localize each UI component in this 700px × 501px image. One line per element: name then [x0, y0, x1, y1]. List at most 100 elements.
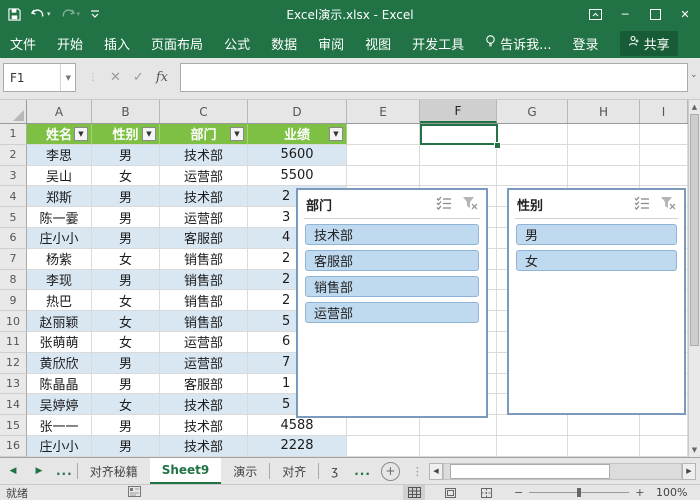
ribbon-tab-插入[interactable]: 插入: [104, 34, 130, 53]
table-cell[interactable]: 销售部: [160, 249, 248, 270]
empty-cell[interactable]: [497, 145, 568, 166]
table-cell[interactable]: 庄小小: [27, 228, 92, 249]
row-header-12[interactable]: 12: [0, 353, 27, 374]
sheet-tab-Sheet9[interactable]: Sheet9: [150, 458, 222, 484]
empty-cell[interactable]: [568, 166, 640, 187]
sheet-tab-对齐秘籍[interactable]: 对齐秘籍: [78, 458, 150, 484]
empty-cell[interactable]: [568, 145, 640, 166]
slicer-item-技术部[interactable]: 技术部: [305, 224, 479, 245]
column-header-A[interactable]: A: [27, 100, 92, 123]
multi-select-icon[interactable]: [634, 195, 650, 214]
formula-input[interactable]: [180, 63, 688, 92]
slicer-item-销售部[interactable]: 销售部: [305, 276, 479, 297]
filter-dropdown-icon[interactable]: ▼: [142, 127, 156, 141]
table-cell[interactable]: 吴婷婷: [27, 394, 92, 415]
expand-formula-bar-icon[interactable]: ⌄: [690, 70, 698, 80]
row-header-13[interactable]: 13: [0, 374, 27, 395]
empty-cell[interactable]: [497, 124, 568, 145]
slicer-gender[interactable]: 性别 男女: [507, 188, 686, 415]
column-header-G[interactable]: G: [497, 100, 568, 123]
horizontal-scroll-thumb[interactable]: [450, 464, 610, 479]
row-header-2[interactable]: 2: [0, 145, 27, 166]
enter-formula-icon[interactable]: ✓: [133, 70, 144, 85]
ribbon-tab-审阅[interactable]: 审阅: [318, 34, 344, 53]
filter-dropdown-icon[interactable]: ▼: [74, 127, 88, 141]
empty-cell[interactable]: [347, 436, 420, 457]
row-header-7[interactable]: 7: [0, 249, 27, 270]
clear-filter-icon[interactable]: [462, 195, 478, 214]
sheet-overflow-right[interactable]: ...: [350, 458, 375, 484]
column-header-H[interactable]: H: [568, 100, 640, 123]
table-cell[interactable]: 男: [92, 415, 160, 436]
table-cell[interactable]: 郑斯: [27, 186, 92, 207]
table-cell[interactable]: 运营部: [160, 353, 248, 374]
empty-cell[interactable]: [640, 166, 688, 187]
table-cell[interactable]: 技术部: [160, 145, 248, 166]
row-header-15[interactable]: 15: [0, 415, 27, 436]
column-header-D[interactable]: D: [248, 100, 347, 123]
sheet-tab-ʒ[interactable]: ʒ: [319, 458, 350, 484]
table-cell[interactable]: 男: [92, 374, 160, 395]
filter-dropdown-icon[interactable]: ▼: [230, 127, 244, 141]
column-header-F[interactable]: F: [420, 100, 497, 123]
slicer-item-运营部[interactable]: 运营部: [305, 302, 479, 323]
table-cell[interactable]: 女: [92, 332, 160, 353]
empty-cell[interactable]: [420, 436, 497, 457]
hscroll-left-icon[interactable]: ◀: [429, 463, 443, 480]
table-cell[interactable]: 运营部: [160, 207, 248, 228]
table-cell[interactable]: 陈晶晶: [27, 374, 92, 395]
ribbon-tab-视图[interactable]: 视图: [365, 34, 391, 53]
table-cell[interactable]: 男: [92, 186, 160, 207]
table-header-cell[interactable]: 姓名▼: [27, 124, 92, 145]
table-cell[interactable]: 销售部: [160, 311, 248, 332]
ribbon-tab-文件[interactable]: 文件: [10, 34, 36, 53]
table-cell[interactable]: 5500: [248, 166, 347, 187]
zoom-slider-handle[interactable]: [577, 488, 581, 497]
row-header-6[interactable]: 6: [0, 228, 27, 249]
table-cell[interactable]: 女: [92, 166, 160, 187]
table-cell[interactable]: 黄欣欣: [27, 353, 92, 374]
name-box[interactable]: F1 ▼: [3, 63, 76, 92]
row-header-11[interactable]: 11: [0, 332, 27, 353]
slicer-item-女[interactable]: 女: [516, 250, 677, 271]
select-all-corner[interactable]: [0, 100, 27, 123]
empty-cell[interactable]: [497, 166, 568, 187]
table-cell[interactable]: 陈一霎: [27, 207, 92, 228]
ribbon-display-options-icon[interactable]: [580, 0, 610, 28]
row-header-16[interactable]: 16: [0, 436, 27, 457]
insert-function-icon[interactable]: fx: [156, 70, 168, 85]
ribbon-tab-页面布局[interactable]: 页面布局: [151, 34, 203, 53]
maximize-icon[interactable]: [640, 0, 670, 28]
table-cell[interactable]: 李现: [27, 270, 92, 291]
sheet-tab-演示[interactable]: 演示: [221, 458, 269, 484]
column-header-B[interactable]: B: [92, 100, 160, 123]
row-header-14[interactable]: 14: [0, 394, 27, 415]
table-cell[interactable]: 张萌萌: [27, 332, 92, 353]
hscroll-right-icon[interactable]: ▶: [682, 463, 696, 480]
table-cell[interactable]: 张一一: [27, 415, 92, 436]
table-cell[interactable]: 杨紫: [27, 249, 92, 270]
table-cell[interactable]: 赵丽颖: [27, 311, 92, 332]
empty-cell[interactable]: [640, 415, 688, 436]
table-cell[interactable]: 技术部: [160, 394, 248, 415]
empty-cell[interactable]: [497, 415, 568, 436]
normal-view-icon[interactable]: [403, 485, 425, 500]
table-cell[interactable]: 运营部: [160, 166, 248, 187]
page-layout-view-icon[interactable]: [439, 485, 461, 500]
row-header-4[interactable]: 4: [0, 186, 27, 207]
table-cell[interactable]: 运营部: [160, 332, 248, 353]
table-cell[interactable]: 吴山: [27, 166, 92, 187]
table-cell[interactable]: 李思: [27, 145, 92, 166]
table-cell[interactable]: 2228: [248, 436, 347, 457]
table-cell[interactable]: 女: [92, 249, 160, 270]
table-cell[interactable]: 5600: [248, 145, 347, 166]
row-header-8[interactable]: 8: [0, 270, 27, 291]
ribbon-tab-share[interactable]: 共享: [620, 31, 678, 56]
row-header-10[interactable]: 10: [0, 311, 27, 332]
page-break-view-icon[interactable]: [475, 485, 497, 500]
horizontal-scrollbar[interactable]: ◀ ▶: [429, 463, 696, 480]
empty-cell[interactable]: [347, 145, 420, 166]
multi-select-icon[interactable]: [436, 195, 452, 214]
table-cell[interactable]: 男: [92, 207, 160, 228]
empty-cell[interactable]: [568, 436, 640, 457]
